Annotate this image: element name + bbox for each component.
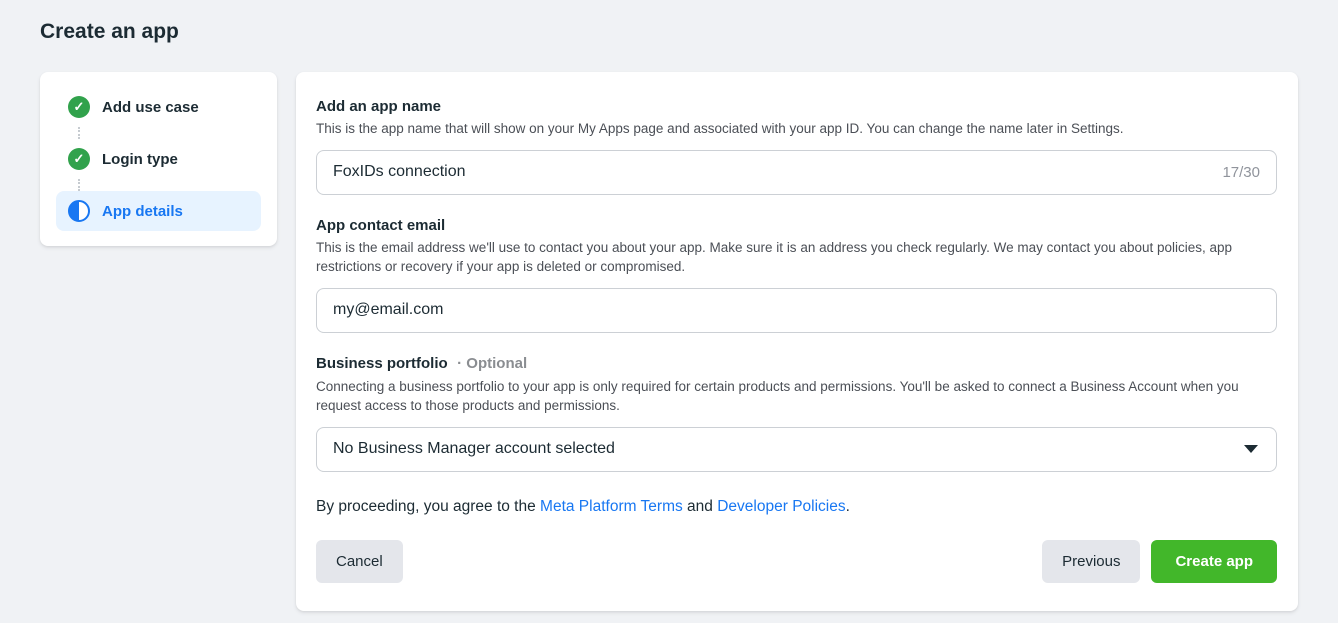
- check-icon: ✓: [68, 96, 90, 118]
- app-name-input[interactable]: [333, 163, 1222, 181]
- terms-notice: By proceeding, you agree to the Meta Pla…: [316, 498, 1277, 516]
- app-name-field[interactable]: 17/30: [316, 150, 1277, 195]
- step-app-details[interactable]: App details: [56, 191, 261, 231]
- cancel-button[interactable]: Cancel: [316, 540, 403, 583]
- business-portfolio-section: Business portfolio · Optional Connecting…: [316, 355, 1277, 472]
- developer-policies-link[interactable]: Developer Policies: [717, 498, 845, 515]
- stepper: ✓ Add use case ✓ Login type App details: [40, 72, 277, 246]
- business-portfolio-label-row: Business portfolio · Optional: [316, 355, 1277, 373]
- step-label: Login type: [102, 151, 178, 168]
- terms-prefix: By proceeding, you agree to the: [316, 498, 540, 515]
- app-details-form: Add an app name This is the app name tha…: [296, 72, 1298, 611]
- step-login-type[interactable]: ✓ Login type: [56, 139, 261, 179]
- terms-suffix: .: [846, 498, 850, 515]
- terms-conjunction: and: [683, 498, 717, 515]
- contact-email-input[interactable]: [333, 301, 1260, 319]
- half-circle-progress-icon: [68, 200, 90, 222]
- business-portfolio-help: Connecting a business portfolio to your …: [316, 377, 1277, 416]
- content-area: ✓ Add use case ✓ Login type App details …: [40, 72, 1298, 611]
- step-connector: [78, 127, 80, 139]
- contact-email-section: App contact email This is the email addr…: [316, 217, 1277, 333]
- previous-button[interactable]: Previous: [1042, 540, 1140, 583]
- meta-platform-terms-link[interactable]: Meta Platform Terms: [540, 498, 683, 515]
- page-title: Create an app: [40, 20, 1298, 44]
- app-name-help: This is the app name that will show on y…: [316, 119, 1277, 139]
- footer-right-group: Previous Create app: [1042, 540, 1277, 583]
- caret-down-icon: [1244, 445, 1258, 453]
- step-label: Add use case: [102, 99, 199, 116]
- app-name-section: Add an app name This is the app name tha…: [316, 98, 1277, 195]
- business-portfolio-select[interactable]: No Business Manager account selected: [316, 427, 1277, 472]
- char-counter: 17/30: [1222, 164, 1260, 181]
- create-app-button[interactable]: Create app: [1151, 540, 1277, 583]
- check-icon: ✓: [68, 148, 90, 170]
- contact-email-label: App contact email: [316, 217, 1277, 234]
- optional-tag: · Optional: [457, 355, 527, 372]
- contact-email-field[interactable]: [316, 288, 1277, 333]
- app-name-label: Add an app name: [316, 98, 1277, 115]
- footer-actions: Cancel Previous Create app: [316, 540, 1277, 583]
- business-portfolio-label: Business portfolio: [316, 355, 448, 372]
- selected-value: No Business Manager account selected: [333, 440, 615, 458]
- step-connector: [78, 179, 80, 191]
- step-label: App details: [102, 203, 183, 220]
- create-app-page: Create an app ✓ Add use case ✓ Login typ…: [0, 0, 1338, 623]
- contact-email-help: This is the email address we'll use to c…: [316, 238, 1277, 277]
- step-add-use-case[interactable]: ✓ Add use case: [56, 87, 261, 127]
